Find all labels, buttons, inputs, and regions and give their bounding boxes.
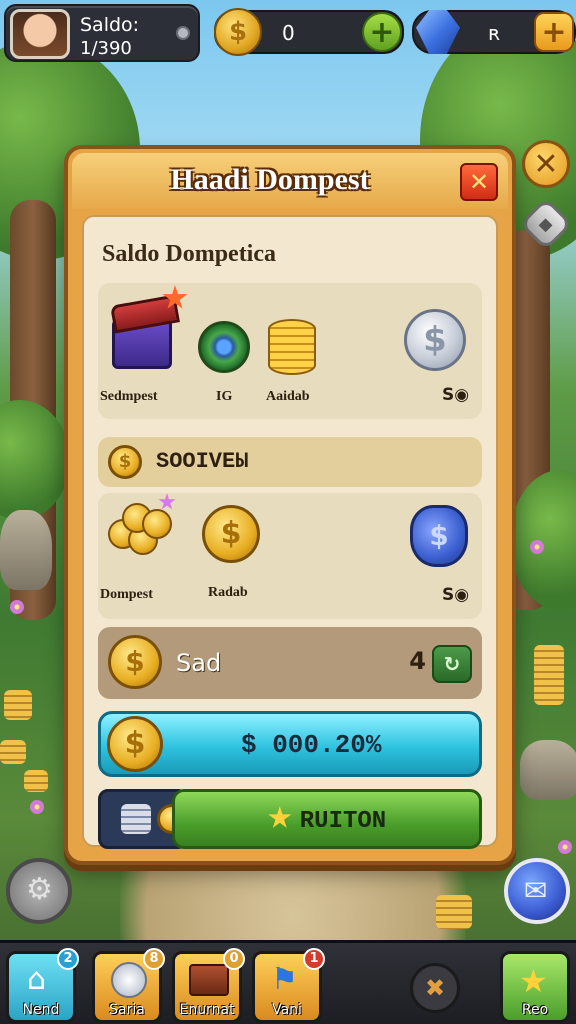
silver-stack-icon	[121, 804, 151, 834]
shop-item-coin-pile[interactable]	[108, 493, 178, 555]
balance-row: $ Sad 4 ↻	[98, 627, 482, 699]
shop-item-barrel[interactable]	[198, 321, 250, 373]
section-label: SOOIVEЫ	[156, 449, 249, 474]
dialog-title: Haadi Dompest	[170, 163, 370, 196]
settings-button[interactable]: ⚙	[6, 858, 72, 924]
nav-item-reo[interactable]: ★ Reo	[500, 951, 570, 1023]
coin-balance-bar: $ 0 +	[214, 8, 404, 56]
treasure-chest-icon	[112, 319, 172, 369]
amount-display: $ $ 000.20%	[98, 711, 482, 777]
dialog-header: Haadi Dompest ✕	[72, 153, 508, 209]
shop-item-gold-coin[interactable]: $	[202, 505, 260, 563]
chat-bubble-icon: ✉	[524, 874, 548, 907]
profile-label: Saldo:	[80, 14, 140, 36]
home-icon: ⌂	[27, 962, 47, 997]
close-button[interactable]: ✕	[460, 163, 498, 201]
gold-coin-icon: $	[108, 445, 142, 479]
amount-value: $ 000.20%	[241, 730, 382, 760]
dialog-body: Saldo Dompetica Sedmpest IG Aaidab $ S◉	[82, 215, 498, 849]
add-coins-button[interactable]: +	[362, 12, 402, 52]
gem-balance-bar: ʀ +	[412, 10, 576, 54]
gold-coin-icon: $	[108, 635, 162, 689]
nav-item-saria[interactable]: 8 Saria	[92, 948, 165, 1023]
wallet-dialog: Haadi Dompest ✕ Saldo Dompetica Sedmpest…	[64, 145, 516, 865]
shop-item-label: IG	[216, 389, 233, 404]
nav-item-enurnat[interactable]: 0 Enurnat	[172, 948, 245, 1023]
shop-item-label: Radab	[208, 585, 248, 600]
nav-badge: 8	[143, 948, 165, 970]
shop-item-label: Sedmpest	[100, 389, 158, 404]
gold-coin-icon: $	[214, 8, 262, 56]
nav-badge: 2	[57, 948, 79, 970]
star-icon	[268, 806, 292, 828]
balance-increment: 4	[409, 647, 426, 675]
star-icon: ★	[519, 962, 548, 1000]
nav-item-vani[interactable]: ⚑ 1 Vani	[252, 948, 325, 1023]
chat-button[interactable]: ✉	[504, 858, 570, 924]
refresh-button[interactable]: ↻	[432, 645, 472, 683]
confirm-button-label: RUITON	[175, 806, 479, 835]
gear-icon: ⚙	[26, 872, 53, 907]
add-gems-button[interactable]: +	[534, 12, 574, 52]
sparkle-icon	[158, 493, 176, 510]
nav-item-home[interactable]: ⌂ 2 Nend	[6, 948, 79, 1023]
barrel-icon	[198, 321, 250, 373]
side-close-button[interactable]: ✕	[522, 140, 570, 188]
gem-count: ʀ	[488, 21, 501, 45]
shop-item-pouch[interactable]: $	[410, 505, 468, 567]
gold-coin-icon: $	[107, 716, 163, 772]
bottom-nav: ⌂ 2 Nend 8 Saria 0 Enurnat ⚑ 1 Vani ✖ ★ …	[0, 940, 576, 1024]
shop-item-label: Dompest	[100, 587, 153, 602]
silver-coin-icon	[111, 962, 147, 998]
flag-icon: ⚑	[271, 962, 298, 997]
item-price: S◉	[442, 385, 470, 405]
nav-badge: 0	[223, 948, 245, 970]
balance-label: Sad	[176, 649, 222, 677]
shop-item-chest[interactable]	[112, 285, 188, 369]
player-avatar[interactable]	[10, 9, 70, 59]
top-hud: Saldo: 1/390 $ 0 + ʀ +	[4, 4, 576, 64]
shop-row-2: Dompest $ Radab $ S◉	[98, 493, 482, 619]
coin-count: 0	[282, 21, 295, 45]
silver-coin-icon: $	[404, 309, 466, 371]
blue-gem-icon	[416, 10, 460, 54]
shop-item-silver-coin[interactable]: $	[404, 309, 466, 371]
gold-coin-icon: $	[202, 505, 260, 563]
nav-label: Nend	[22, 1002, 60, 1018]
shop-item-coin-stack[interactable]	[268, 319, 316, 375]
nav-badge: 1	[303, 948, 325, 970]
nav-label: Reo	[521, 1002, 549, 1018]
cross-icon: ✕	[533, 146, 559, 182]
coin-stack-icon	[268, 319, 316, 375]
nav-item-dice[interactable]: ✖	[410, 963, 460, 1013]
shop-item-label: Aaidab	[266, 389, 310, 404]
action-row: RUITON	[98, 789, 482, 851]
nav-label: Vani	[272, 1002, 302, 1018]
confirm-button[interactable]: RUITON	[172, 789, 482, 849]
nav-label: Saria	[109, 1002, 145, 1018]
treasure-chest-icon	[189, 964, 229, 996]
dice-icon: ✖	[425, 974, 446, 1002]
section-header: $ SOOIVEЫ	[98, 437, 482, 487]
nav-label: Enurnat	[179, 1002, 235, 1018]
diamond-icon: ◆	[539, 213, 553, 235]
status-dot-icon	[176, 26, 190, 40]
dialog-subtitle: Saldo Dompetica	[102, 241, 276, 267]
money-pouch-icon: $	[410, 505, 468, 567]
profile-value: 1/390	[80, 38, 132, 59]
player-profile-card[interactable]: Saldo: 1/390	[4, 4, 200, 62]
shop-row-1: Sedmpest IG Aaidab $ S◉	[98, 283, 482, 419]
item-price: S◉	[442, 585, 470, 605]
